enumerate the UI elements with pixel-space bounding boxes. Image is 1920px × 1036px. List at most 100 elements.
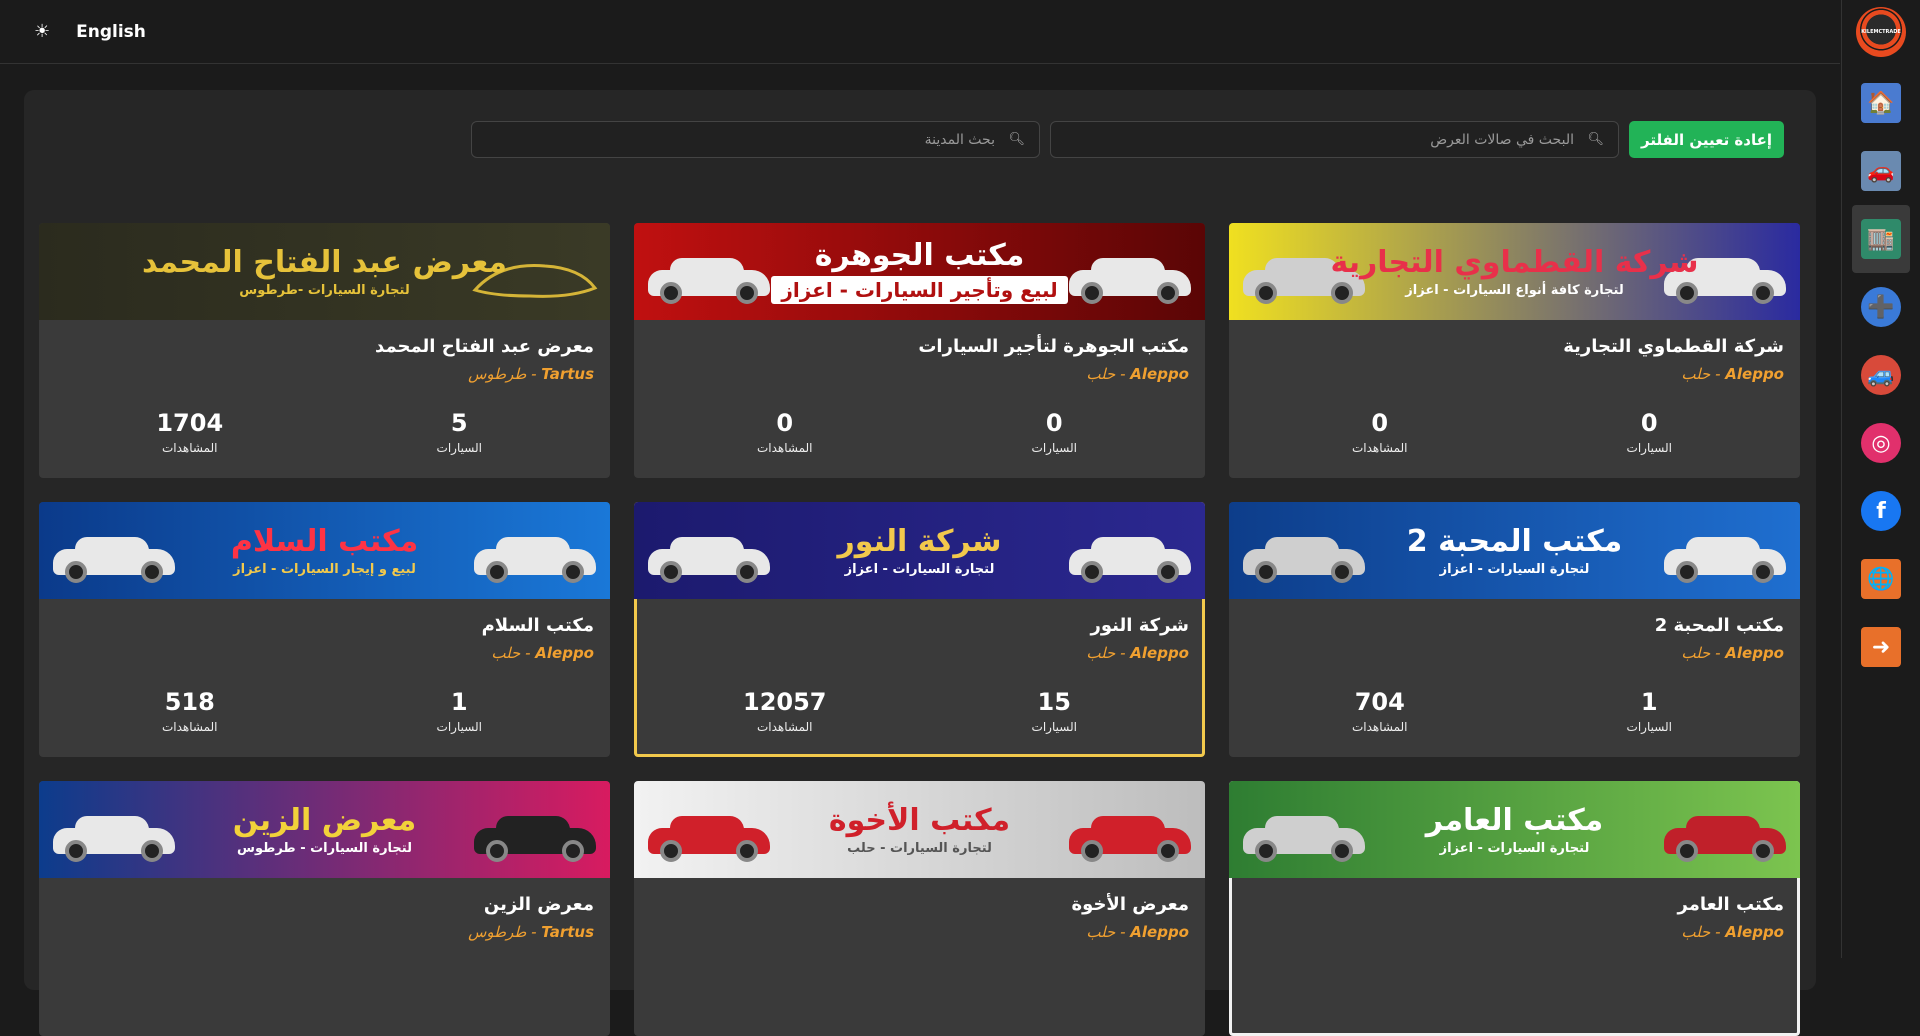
banner-car-image <box>644 252 774 306</box>
showroom-card[interactable]: مكتب الأخوة لتجارة السيارات - حلب معرض الأ… <box>634 781 1205 1036</box>
showroom-card[interactable]: مكتب العامر لتجارة السيارات - اعزاز مكتب ا… <box>1229 781 1800 1036</box>
showroom-location: Aleppo - حلب <box>1086 923 1189 941</box>
city-ar: طرطوس <box>468 923 527 941</box>
add-car-icon: ➕ <box>1861 287 1901 327</box>
sun-icon[interactable]: ☀ <box>34 21 50 42</box>
cars-count: 1 <box>450 688 468 716</box>
views-count: 1704 <box>156 409 224 437</box>
views-label: المشاهدات <box>756 720 813 734</box>
rail-item-add-car[interactable]: ➕ <box>1852 273 1910 341</box>
showroom-stats: 1 السيارات 704 المشاهدات <box>1245 688 1784 734</box>
city-en: Aleppo <box>1725 923 1784 941</box>
banner-car-image <box>1239 810 1369 864</box>
showroom-location: Tartus - طرطوس <box>468 923 594 941</box>
city-search-input[interactable] <box>471 122 1039 157</box>
cars-label: السيارات <box>436 441 482 455</box>
views-label: المشاهدات <box>161 720 218 734</box>
showroom-card[interactable]: مكتب السلام لبيع و إيجار السيارات - اعزاز… <box>39 502 610 757</box>
showroom-info: معرض الزين Tartus - طرطوس <box>39 878 610 971</box>
views-label: المشاهدات <box>756 441 813 455</box>
showroom-banner: مكتب السلام لبيع و إيجار السيارات - اعزاز <box>39 502 610 599</box>
banner-car-image <box>1660 531 1790 585</box>
city-ar: طرطوس <box>468 365 527 383</box>
showroom-info: معرض الأخوة Aleppo - حلب <box>634 878 1205 971</box>
banner-subtitle: لتجارة السيارات - اعزاز <box>1439 840 1590 856</box>
showroom-card[interactable]: معرض الزين لتجارة السيارات - طرطوس معرض ال… <box>39 781 610 1036</box>
cars-stat <box>920 967 1190 971</box>
rail-item-facebook[interactable]: f <box>1852 477 1910 545</box>
views-count: 704 <box>1354 688 1405 716</box>
showroom-info: شركة القطماوي التجارية Aleppo - حلب 0 السيا… <box>1229 320 1800 455</box>
showroom-location: Aleppo - حلب <box>1681 365 1784 383</box>
showroom-name: مكتب العامر <box>1677 894 1784 915</box>
rail-item-login[interactable]: ➜ <box>1852 613 1910 681</box>
rail-item-instagram[interactable]: ◎ <box>1852 409 1910 477</box>
showroom-location: Aleppo - حلب <box>1681 644 1784 662</box>
rail-item-showrooms-list[interactable]: 🏬 <box>1852 205 1910 273</box>
banner-car-image <box>49 810 179 864</box>
views-stat: 518 المشاهدات <box>55 688 325 734</box>
showroom-name: مكتب الجوهرة لتأجير السيارات <box>918 336 1189 357</box>
banner-subtitle: لبيع وتأجير السيارات - اعزاز <box>771 276 1068 304</box>
cars-stat: 15 السيارات <box>920 688 1190 734</box>
city-en: Aleppo <box>1725 365 1784 383</box>
banner-title: مكتب المحبة 2 <box>1406 523 1623 559</box>
cars-label: السيارات <box>1626 720 1672 734</box>
showroom-search-input[interactable] <box>1050 122 1618 157</box>
cars-stat: 1 السيارات <box>325 688 595 734</box>
showroom-name: معرض عبد الفتاح المحمد <box>375 336 594 357</box>
side-rail: KILEMCTRADE 🏠 🚗 🏬 ➕ 🚙 ◎ f 🌐 ➜ <box>1841 0 1920 958</box>
rail-items: 🏠 🚗 🏬 ➕ 🚙 ◎ f 🌐 ➜ <box>1852 69 1910 681</box>
city-ar: حلب <box>1086 644 1116 662</box>
banner-title: معرض عبد الفتاح المحمد <box>142 244 507 280</box>
showroom-stats <box>650 967 1189 971</box>
rail-item-globe[interactable]: 🌐 <box>1852 545 1910 613</box>
banner-car-image <box>644 531 774 585</box>
showroom-location: Aleppo - حلب <box>1086 644 1189 662</box>
showrooms-list-icon: 🏬 <box>1861 219 1901 259</box>
language-toggle[interactable]: English <box>76 22 146 42</box>
showroom-card[interactable]: شركة النور لتجارة السيارات - اعزاز شركة ال… <box>634 502 1205 757</box>
showroom-search: 🔍︎ <box>1049 121 1619 158</box>
rail-item-showroom[interactable]: 🏠 <box>1852 69 1910 137</box>
cars-stat: 5 السيارات <box>325 409 595 455</box>
banner-title: مكتب الجوهرة <box>814 238 1025 273</box>
views-stat <box>650 967 920 971</box>
city-ar: حلب <box>1086 923 1116 941</box>
cars-count: 5 <box>450 409 468 437</box>
showroom-stats: 1 السيارات 518 المشاهدات <box>55 688 594 734</box>
views-count: 0 <box>776 409 794 437</box>
showroom-name: معرض الأخوة <box>1071 894 1189 915</box>
showroom-location: Tartus - طرطوس <box>468 365 594 383</box>
banner-title: شركة القطماوي التجارية <box>1330 244 1699 280</box>
reset-filter-button[interactable]: إعادة تعيين الفلتر <box>1628 121 1784 158</box>
showroom-name: مكتب المحبة 2 <box>1654 615 1784 636</box>
cars-stat <box>325 967 595 971</box>
showroom-card[interactable]: معرض عبد الفتاح المحمد لتجارة السيارات -ط… <box>39 223 610 478</box>
showroom-stats <box>1245 967 1784 971</box>
rail-item-mascot[interactable]: 🚙 <box>1852 341 1910 409</box>
views-label: المشاهدات <box>161 441 218 455</box>
views-count: 0 <box>1371 409 1389 437</box>
showroom-stats: 0 السيارات 0 المشاهدات <box>650 409 1189 455</box>
showroom-info: مكتب الجوهرة لتأجير السيارات Aleppo - حلب… <box>634 320 1205 455</box>
views-stat <box>1245 967 1515 971</box>
city-en: Aleppo <box>1725 644 1784 662</box>
rail-item-car[interactable]: 🚗 <box>1852 137 1910 205</box>
showroom-info: مكتب السلام Aleppo - حلب 1 السيارات 518 المشا… <box>39 599 610 734</box>
cars-label: السيارات <box>1031 441 1077 455</box>
showroom-card[interactable]: مكتب المحبة 2 لتجارة السيارات - اعزاز مكتب… <box>1229 502 1800 757</box>
showroom-card[interactable]: مكتب الجوهرة لبيع وتأجير السيارات - اعزاز… <box>634 223 1205 478</box>
city-en: Aleppo <box>1130 923 1189 941</box>
brand-logo[interactable]: KILEMCTRADE <box>1856 7 1906 57</box>
showroom-banner: معرض عبد الفتاح المحمد لتجارة السيارات -ط… <box>39 223 610 320</box>
views-label: المشاهدات <box>1351 720 1408 734</box>
showroom-icon: 🏠 <box>1861 83 1901 123</box>
banner-subtitle: لبيع و إيجار السيارات - اعزاز <box>233 561 416 577</box>
views-stat: 12057 المشاهدات <box>650 688 920 734</box>
city-en: Aleppo <box>1130 365 1189 383</box>
showroom-name: مكتب السلام <box>481 615 594 636</box>
views-stat: 704 المشاهدات <box>1245 688 1515 734</box>
city-en: Aleppo <box>1130 644 1189 662</box>
showroom-card[interactable]: شركة القطماوي التجارية لتجارة كافة أنواع … <box>1229 223 1800 478</box>
